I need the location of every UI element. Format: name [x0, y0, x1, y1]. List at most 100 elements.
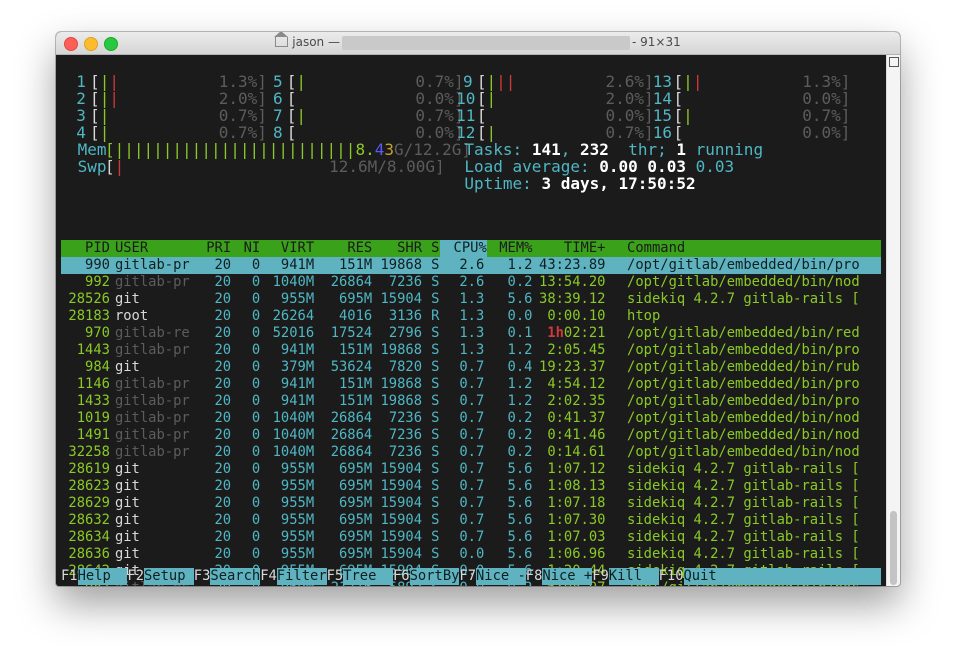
- cell-mem: 5.6: [507, 478, 533, 494]
- cell-shr: 15904: [380, 461, 423, 477]
- cell-s: S: [431, 274, 440, 290]
- cell-s: S: [431, 478, 440, 494]
- column-header-s[interactable]: S: [431, 240, 439, 257]
- uptime-label: Uptime:: [464, 174, 532, 193]
- cell-shr: 15904: [380, 291, 423, 307]
- vertical-scrollbar[interactable]: [886, 55, 900, 586]
- process-row[interactable]: 992 gitlab-pr 20 0 1040M 26864 7236 S 2.6 0.2 13:5…: [61, 274, 881, 291]
- fkey-f8[interactable]: F8: [526, 568, 543, 585]
- cell-shr: 15904: [380, 546, 423, 562]
- cell-res: 26864: [330, 410, 373, 426]
- cell-pri: 20: [214, 529, 232, 545]
- cell-s: S: [431, 257, 440, 273]
- fkey-label-f9[interactable]: Kill: [608, 568, 659, 585]
- scrollbar-menu-icon[interactable]: [889, 57, 899, 67]
- uptime-value: 3 days, 17:50:52: [541, 174, 696, 193]
- column-header-command[interactable]: Command: [627, 240, 876, 257]
- process-row[interactable]: 1491 gitlab-pr 20 0 1040M 26864 7236 S 0.7 0.2 0:4…: [61, 427, 881, 444]
- cpu-bar-tick: |: [486, 89, 497, 108]
- cell-user: git: [114, 359, 140, 375]
- fkey-label-f8[interactable]: Nice +: [542, 568, 592, 585]
- process-row[interactable]: 28629 git 20 0 955M 695M 15904 S 0.7 5.6 1:07.18 si…: [61, 495, 881, 512]
- process-row[interactable]: 32258 gitlab-pr 20 0 1040M 26864 7236 S 0.7 0.2 0:…: [61, 444, 881, 461]
- cell-time: 0:14.61: [547, 444, 606, 460]
- process-row[interactable]: 28636 git 20 0 955M 695M 15904 S 0.0 5.6 1:06.96 si…: [61, 546, 881, 563]
- cell-pri: 20: [214, 546, 232, 562]
- fkey-f9[interactable]: F9: [592, 568, 609, 585]
- process-row[interactable]: 28632 git 20 0 955M 695M 15904 S 0.7 5.6 1:07.30 si…: [61, 512, 881, 529]
- fkey-f6[interactable]: F6: [393, 568, 410, 585]
- fkey-label-f3[interactable]: Search: [210, 568, 260, 585]
- cell-virt: 52016: [272, 325, 315, 341]
- process-row[interactable]: 970 gitlab-re 20 0 52016 17524 2796 S 1.3 0.1 1h02…: [61, 325, 881, 342]
- fkey-f7[interactable]: F7: [459, 568, 476, 585]
- cell-pri: 20: [214, 291, 232, 307]
- cell-pid: 28636: [68, 546, 110, 562]
- function-key-bar: F1 Help F2 Setup F3 Search F4 Filter F5 Tree F6…: [61, 568, 881, 585]
- fkey-f1[interactable]: F1: [61, 568, 78, 585]
- cell-pid: 28629: [68, 495, 110, 511]
- cell-res: 17524: [330, 325, 373, 341]
- column-header-mem[interactable]: MEM%: [491, 240, 532, 257]
- cell-mem: 0.4: [507, 359, 533, 375]
- cpu-bar-tick: |: [505, 72, 516, 91]
- scrollbar-thumb[interactable]: [890, 511, 897, 585]
- column-header-ni[interactable]: NI: [235, 240, 261, 257]
- process-row[interactable]: 28619 git 20 0 955M 695M 15904 S 0.7 5.6 1:07.12 si…: [61, 461, 881, 478]
- process-row[interactable]: 984 git 20 0 379M 53624 7820 S 0.7 0.4 19:23.37/op…: [61, 359, 881, 376]
- fkey-f3[interactable]: F3: [194, 568, 211, 585]
- fkey-label-f7[interactable]: Nice -: [476, 568, 526, 585]
- fkey-label-f5[interactable]: Tree: [343, 568, 393, 585]
- cell-pid: 1443: [76, 342, 110, 358]
- cell-cpu: 0.7: [459, 359, 485, 375]
- cpu-bar-tick: |: [109, 89, 119, 108]
- fkey-label-f2[interactable]: Setup: [144, 568, 194, 585]
- cell-pri: 20: [214, 461, 232, 477]
- column-header-virt[interactable]: VIRT: [264, 240, 314, 257]
- process-row[interactable]: 1146 gitlab-pr 20 0 941M 151M 19868 S 0.7 1.2 4:54…: [61, 376, 881, 393]
- swp-label: Swp: [77, 157, 107, 176]
- process-row[interactable]: 990 gitlab-pr 20 0 941M 151M 19868 S 2.6 1.2 43:23…: [61, 257, 881, 274]
- terminal-window: jason — - 91×31 1 [|| 1.3%] 2 [|| 2.0%] 3 [| 0.7%…: [56, 32, 900, 586]
- process-row[interactable]: 1433 gitlab-pr 20 0 941M 151M 19868 S 0.7 1.2 2:02…: [61, 393, 881, 410]
- cell-virt: 955M: [280, 478, 315, 494]
- fkey-label-f10[interactable]: Quit: [683, 568, 881, 585]
- cell-shr: 15904: [380, 529, 423, 545]
- title-size: - 91×31: [631, 35, 681, 49]
- process-row[interactable]: 28623 git 20 0 955M 695M 15904 S 0.7 5.6 1:08.13 si…: [61, 478, 881, 495]
- fkey-label-f1[interactable]: Help: [77, 568, 128, 585]
- fkey-f2[interactable]: F2: [127, 568, 144, 585]
- process-row[interactable]: 28634 git 20 0 955M 695M 15904 S 0.7 5.6 1:07.03 si…: [61, 529, 881, 546]
- cell-time: 0:41.37: [547, 410, 606, 426]
- cell-virt: 955M: [280, 512, 315, 528]
- cell-res: 695M: [339, 495, 373, 511]
- fkey-label-f6[interactable]: SortBy: [409, 568, 459, 585]
- column-header-shr[interactable]: SHR: [372, 240, 422, 257]
- column-header-pri[interactable]: PRI: [198, 240, 231, 257]
- process-row[interactable]: 1019 gitlab-pr 20 0 1040M 26864 7236 S 0.7 0.2 0:4…: [61, 410, 881, 427]
- column-header-user[interactable]: USER: [115, 240, 198, 257]
- cell-cpu: 1.3: [459, 291, 485, 307]
- cell-s: S: [431, 427, 440, 443]
- fkey-label-f4[interactable]: Filter: [276, 568, 327, 585]
- column-header-pid[interactable]: PID: [61, 240, 110, 257]
- cell-time: 38:39.12: [539, 291, 606, 307]
- cpu-bar-tick: |: [692, 72, 703, 91]
- process-row[interactable]: 28526 git 20 0 955M 695M 15904 S 1.3 5.6 38:39.12 s…: [61, 291, 881, 308]
- fkey-f4[interactable]: F4: [260, 568, 277, 585]
- cell-pri: 20: [214, 512, 232, 528]
- htop-screen[interactable]: 1 [|| 1.3%] 2 [|| 2.0%] 3 [| 0.7%] 4 [| 0.7%] 5 [| 0.7…: [61, 55, 881, 586]
- cell-cmd: /opt/gitlab/embedded/bin/pro: [627, 376, 860, 392]
- process-row[interactable]: 28183 root 20 0 26264 4016 3136 R 1.3 0.0 0:00.10 h…: [61, 308, 881, 325]
- fkey-f10[interactable]: F10: [659, 568, 684, 585]
- cell-user: git: [114, 529, 140, 545]
- cell-user: gitlab-pr: [114, 342, 190, 358]
- cell-pri: 20: [214, 308, 232, 324]
- fkey-f5[interactable]: F5: [327, 568, 344, 585]
- column-header-res[interactable]: RES: [314, 240, 372, 257]
- title-bar[interactable]: jason — - 91×31: [56, 32, 900, 55]
- cell-mem: 0.2: [507, 427, 533, 443]
- process-row[interactable]: 1443 gitlab-pr 20 0 941M 151M 19868 S 1.3 1.2 2:05…: [61, 342, 881, 359]
- column-header-cpu[interactable]: CPU%: [440, 240, 487, 257]
- column-header-time[interactable]: TIME+: [534, 240, 606, 257]
